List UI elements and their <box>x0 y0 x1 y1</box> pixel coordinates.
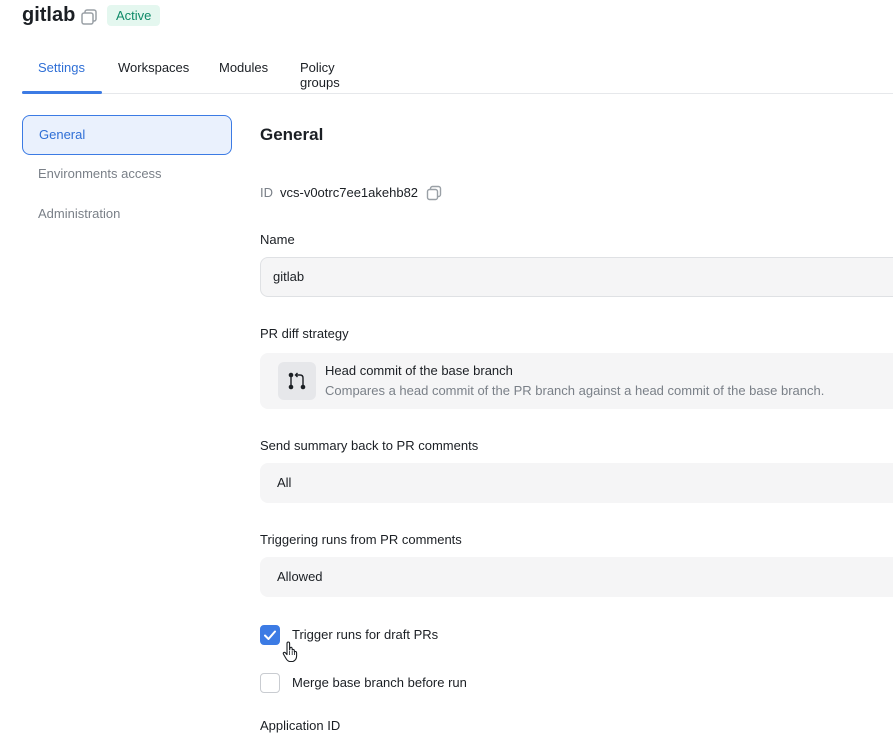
pr-diff-strategy-option[interactable] <box>260 353 893 409</box>
tab-workspaces[interactable]: Workspaces <box>118 60 189 75</box>
git-compare-icon <box>278 362 316 400</box>
summary-select[interactable]: All <box>260 463 893 503</box>
check-icon <box>264 630 276 640</box>
sidebar-item-administration[interactable]: Administration <box>22 194 232 234</box>
page-title: gitlab <box>22 4 76 26</box>
section-title: General <box>260 125 324 144</box>
draft-prs-label[interactable]: Trigger runs for draft PRs <box>292 627 438 642</box>
active-tab-indicator <box>22 91 102 94</box>
id-label: ID <box>260 185 273 200</box>
merge-base-label[interactable]: Merge base branch before run <box>292 675 467 690</box>
sidebar-item-environments-access[interactable]: Environments access <box>22 154 232 194</box>
tab-settings[interactable]: Settings <box>38 60 85 75</box>
pr-diff-strategy-label: PR diff strategy <box>260 326 349 341</box>
status-badge: Active <box>107 5 161 26</box>
copy-icon[interactable] <box>80 8 98 26</box>
summary-label: Send summary back to PR comments <box>260 438 479 453</box>
triggering-label: Triggering runs from PR comments <box>260 532 462 547</box>
tab-modules[interactable]: Modules <box>219 60 268 75</box>
sidebar-item-general[interactable]: General <box>22 115 232 155</box>
draft-prs-checkbox[interactable] <box>260 625 280 645</box>
tab-policy-groups[interactable]: Policy groups <box>300 60 340 90</box>
name-input[interactable]: gitlab <box>260 257 893 297</box>
pr-diff-strategy-description: Compares a head commit of the PR branch … <box>325 383 825 398</box>
id-value: vcs-v0otrc7ee1akehb82 <box>280 185 419 200</box>
tab-divider <box>22 93 893 94</box>
triggering-select[interactable]: Allowed <box>260 557 893 597</box>
merge-base-checkbox[interactable] <box>260 673 280 693</box>
copy-icon[interactable] <box>426 185 442 201</box>
hand-pointer-icon <box>282 641 298 663</box>
pr-diff-strategy-title: Head commit of the base branch <box>325 363 513 378</box>
name-label: Name <box>260 232 295 247</box>
